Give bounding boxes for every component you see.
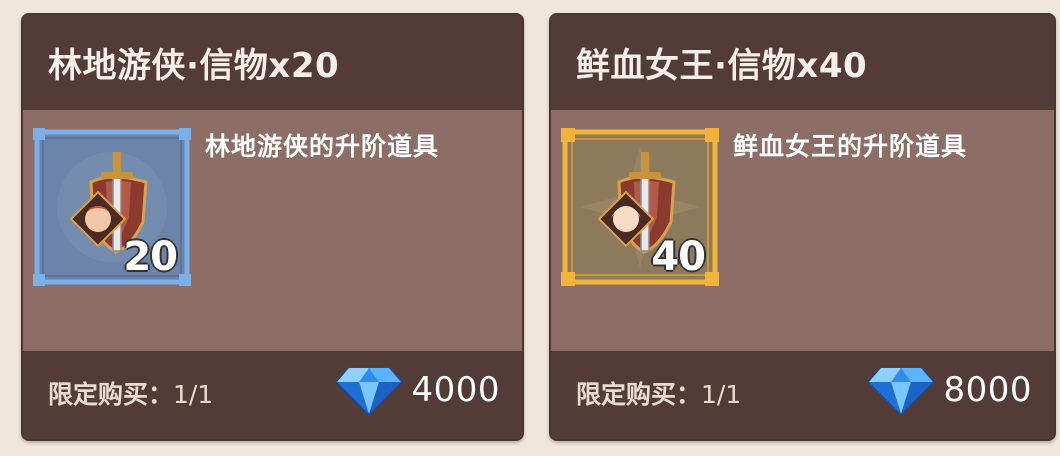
- card-header: 鲜血女王·信物x40: [551, 15, 1054, 110]
- item-title: 林地游侠·信物x20: [48, 46, 340, 86]
- purchase-limit: 限定购买：1/1: [576, 380, 742, 409]
- buy-button[interactable]: 4000: [335, 364, 500, 416]
- item-quantity: 20: [123, 234, 178, 280]
- buy-button[interactable]: 8000: [867, 364, 1032, 416]
- card-footer: 限定购买：1/1 8000: [551, 351, 1054, 439]
- price-value: 4000: [411, 370, 500, 410]
- diamond-icon: [336, 367, 403, 416]
- blood-queen-token-icon[interactable]: 40: [561, 128, 719, 286]
- purchase-limit: 限定购买：1/1: [48, 380, 214, 409]
- shop-item-card[interactable]: 林地游侠·信物x20 20 林地游侠的升阶道具 限定购买：1/1 4000: [21, 13, 524, 441]
- ranger-token-icon[interactable]: 20: [33, 128, 191, 286]
- card-header: 林地游侠·信物x20: [23, 15, 522, 110]
- card-footer: 限定购买：1/1 4000: [23, 351, 522, 439]
- diamond-icon: [868, 367, 935, 416]
- shop-item-card[interactable]: 鲜血女王·信物x40 40 鲜血女王的升阶道具 限定购买：1/1 8000: [549, 13, 1056, 441]
- price-value: 8000: [943, 370, 1032, 410]
- item-description: 林地游侠的升阶道具: [205, 132, 440, 161]
- item-quantity: 40: [651, 234, 706, 280]
- item-title: 鲜血女王·信物x40: [576, 46, 868, 86]
- item-description: 鲜血女王的升阶道具: [733, 132, 968, 161]
